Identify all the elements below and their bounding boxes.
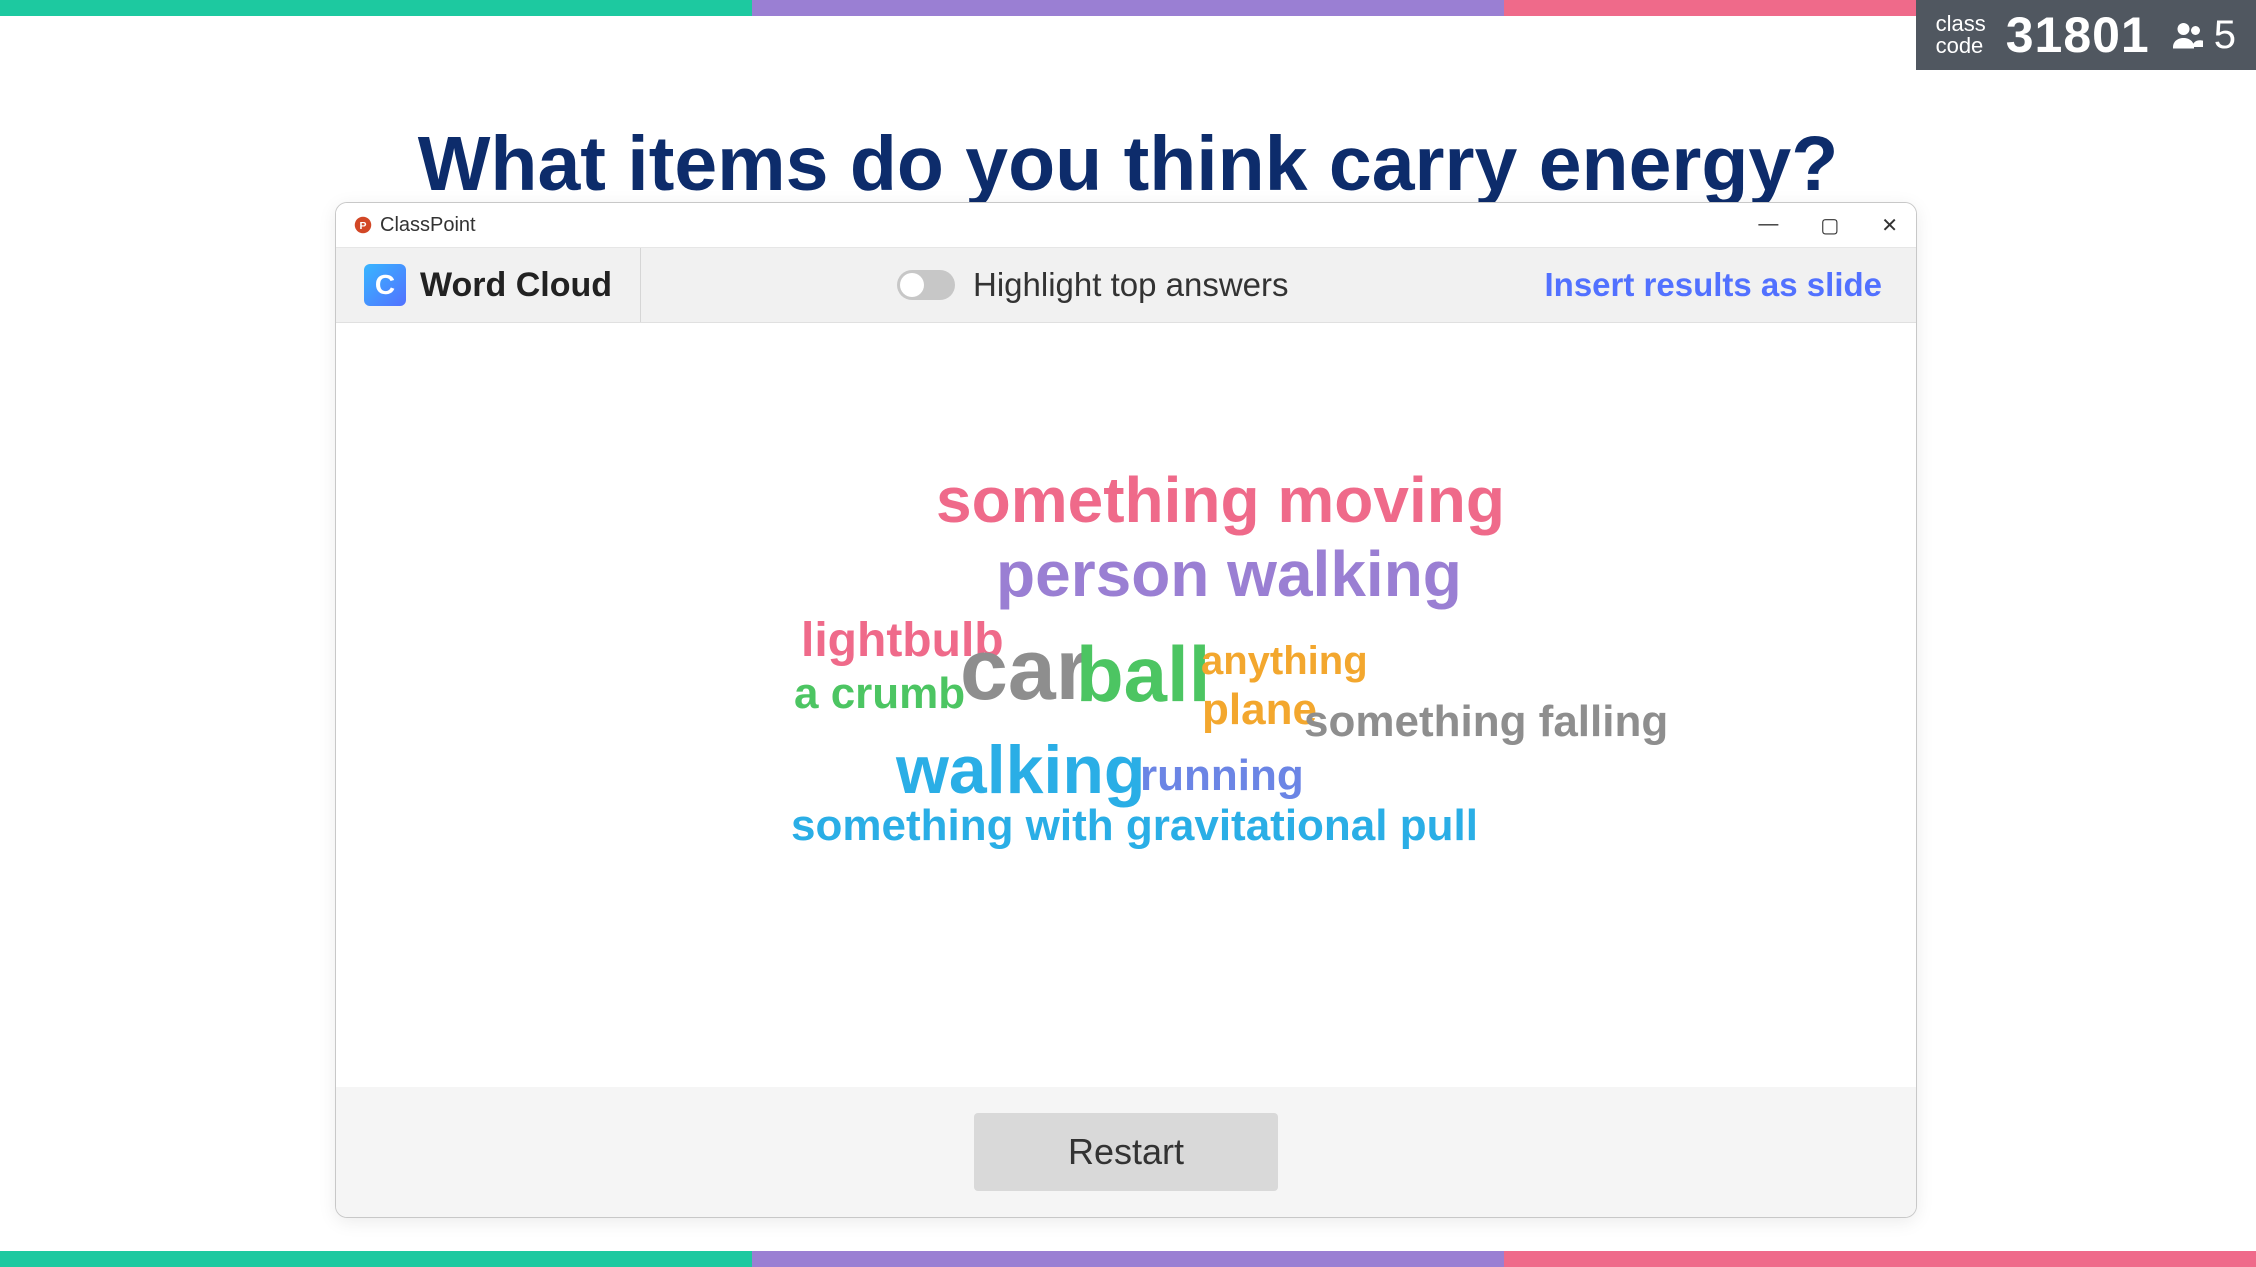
wordcloud-word[interactable]: ball	[1076, 629, 1210, 720]
maximize-button[interactable]: ▢	[1820, 213, 1839, 238]
app-name: ClassPoint	[380, 214, 476, 237]
footer: Restart	[336, 1087, 1916, 1217]
titlebar: P ClassPoint — ▢ ✕	[336, 203, 1916, 248]
powerpoint-icon: P	[354, 216, 372, 234]
class-code-label: class code	[1936, 13, 1986, 57]
bar-segment	[1504, 1251, 2256, 1267]
wordcloud-word[interactable]: something moving	[936, 463, 1505, 537]
class-code-value: 31801	[2006, 6, 2150, 64]
bar-segment	[0, 0, 752, 16]
bottom-color-bar	[0, 1251, 2256, 1267]
people-icon	[2170, 17, 2206, 53]
bar-segment	[752, 0, 1504, 16]
wordcloud-word[interactable]: running	[1140, 751, 1304, 801]
class-code-badge: class code 31801 5	[1916, 0, 2256, 70]
minimize-button[interactable]: —	[1758, 213, 1778, 238]
wordcloud-label: Word Cloud	[420, 266, 612, 305]
svg-text:P: P	[359, 220, 366, 232]
classpoint-window: P ClassPoint — ▢ ✕ C Word Cloud Highligh…	[335, 202, 1917, 1218]
wordcloud-canvas: something movingperson walkinglightbulbc…	[336, 323, 1916, 1087]
wordcloud-word[interactable]: something falling	[1304, 697, 1668, 747]
classpoint-icon: C	[364, 264, 406, 306]
bar-segment	[0, 1251, 752, 1267]
wordcloud-word[interactable]: anything	[1201, 639, 1368, 684]
wordcloud-word[interactable]: a crumb	[794, 669, 965, 719]
highlight-label: Highlight top answers	[973, 266, 1289, 304]
close-button[interactable]: ✕	[1881, 213, 1898, 238]
restart-button[interactable]: Restart	[974, 1113, 1278, 1191]
question-title: What items do you think carry energy?	[0, 120, 2256, 209]
bar-segment	[752, 1251, 1504, 1267]
highlight-toggle[interactable]	[897, 270, 955, 300]
toolbar: C Word Cloud Highlight top answers Inser…	[336, 248, 1916, 323]
insert-results-button[interactable]: Insert results as slide	[1545, 266, 1917, 304]
wordcloud-word[interactable]: car	[960, 621, 1089, 720]
wordcloud-word[interactable]: something with gravitational pull	[791, 801, 1478, 851]
wordcloud-word[interactable]: walking	[896, 731, 1145, 809]
participant-count: 5	[2170, 13, 2236, 58]
wordcloud-word[interactable]: plane	[1202, 685, 1317, 735]
participant-number: 5	[2214, 13, 2236, 58]
wordcloud-word[interactable]: person walking	[996, 537, 1462, 611]
wordcloud-header: C Word Cloud	[336, 248, 641, 322]
